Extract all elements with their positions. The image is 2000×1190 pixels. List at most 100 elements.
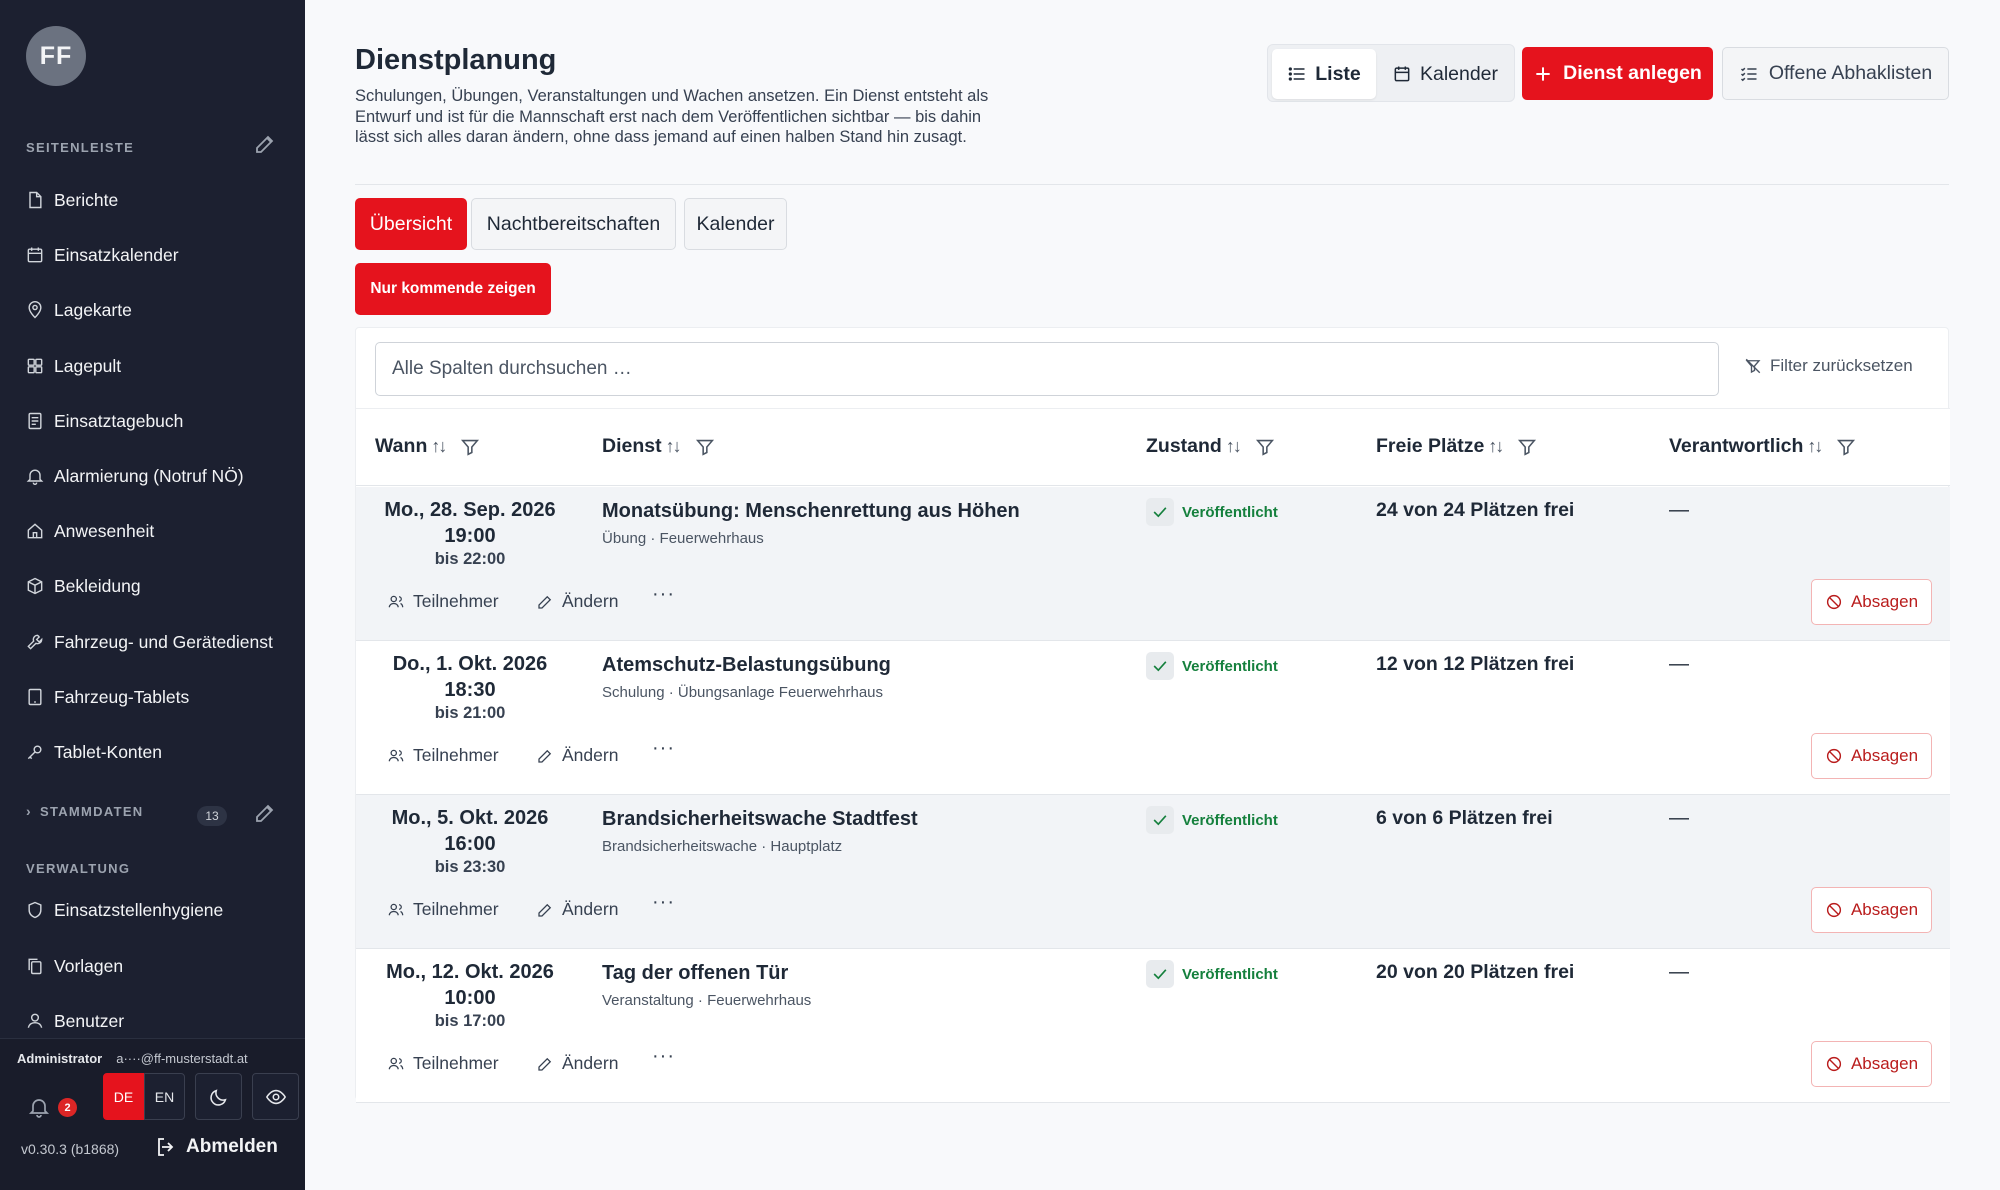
column-header-zustand[interactable]: Zustand ↑↓ bbox=[1146, 435, 1276, 458]
sidebar-item-fahrzeug-tablets[interactable]: Fahrzeug-Tablets bbox=[24, 677, 286, 717]
view-list-button[interactable]: Liste bbox=[1272, 49, 1376, 99]
edit-label: Ändern bbox=[562, 591, 619, 611]
plus-icon bbox=[1536, 66, 1550, 81]
edit-button[interactable]: Ändern bbox=[536, 745, 618, 766]
sort-icon[interactable]: ↑↓ bbox=[1807, 436, 1823, 457]
upcoming-only-toggle[interactable]: Nur kommende zeigen bbox=[355, 263, 551, 315]
key-icon bbox=[24, 741, 46, 763]
view-list-label: Liste bbox=[1315, 62, 1361, 85]
check-icon bbox=[1146, 806, 1174, 834]
row-state-badge: Veröffentlicht bbox=[1146, 498, 1278, 526]
row-service-title[interactable]: Tag der offenen Tür bbox=[602, 962, 788, 985]
row-service-title[interactable]: Monatsübung: Menschenrettung aus Höhen bbox=[602, 500, 1020, 523]
tab-kalender[interactable]: Kalender bbox=[684, 198, 787, 250]
edit-button[interactable]: Ändern bbox=[536, 591, 618, 612]
more-actions-button[interactable]: ··· bbox=[652, 737, 675, 760]
check-icon bbox=[1146, 652, 1174, 680]
participants-button[interactable]: Teilnehmer bbox=[387, 1053, 499, 1074]
sidebar-item-berichte[interactable]: Berichte bbox=[24, 180, 286, 220]
sort-icon[interactable]: ↑↓ bbox=[666, 436, 682, 457]
column-header-wann[interactable]: Wann ↑↓ bbox=[375, 435, 481, 458]
filter-icon[interactable] bbox=[1835, 436, 1857, 458]
stammdaten-toggle[interactable]: › STAMMDATEN bbox=[26, 803, 143, 819]
row-state-label: Veröffentlicht bbox=[1182, 503, 1278, 521]
more-actions-button[interactable]: ··· bbox=[652, 583, 675, 606]
sort-icon[interactable]: ↑↓ bbox=[1226, 436, 1242, 457]
copy-icon bbox=[24, 955, 46, 977]
column-label: Wann bbox=[375, 435, 428, 457]
check-icon bbox=[1146, 498, 1174, 526]
tab-nachtbereitschaften[interactable]: Nachtbereitschaften bbox=[471, 198, 676, 250]
language-de-button[interactable]: DE bbox=[103, 1073, 144, 1120]
row-when: Mo., 12. Okt. 2026 10:00 bis 17:00 bbox=[356, 961, 584, 1031]
participants-button[interactable]: Teilnehmer bbox=[387, 745, 499, 766]
create-service-label: Dienst anlegen bbox=[1563, 62, 1702, 84]
edit-button[interactable]: Ändern bbox=[536, 899, 618, 920]
row-until: bis 21:00 bbox=[434, 704, 506, 722]
filter-icon[interactable] bbox=[694, 436, 716, 458]
sidebar-item-geraetedienst[interactable]: Fahrzeug- und Gerätedienst bbox=[24, 622, 286, 662]
search-input[interactable]: Alle Spalten durchsuchen … bbox=[375, 342, 1719, 396]
sidebar-item-einsatzstellenhygiene[interactable]: Einsatzstellenhygiene bbox=[24, 890, 286, 930]
preview-toggle[interactable] bbox=[252, 1073, 299, 1120]
row-service-title[interactable]: Brandsicherheitswache Stadtfest bbox=[602, 808, 918, 831]
sidebar-item-label: Alarmierung (Notruf NÖ) bbox=[54, 465, 244, 486]
row-responsible: — bbox=[1669, 961, 1689, 983]
notifications-bell-icon[interactable] bbox=[27, 1095, 51, 1119]
logout-button[interactable]: Abmelden bbox=[154, 1135, 278, 1159]
sort-icon[interactable]: ↑↓ bbox=[431, 436, 447, 457]
row-service-title[interactable]: Atemschutz-Belastungsübung bbox=[602, 654, 891, 677]
filter-icon[interactable] bbox=[1254, 436, 1276, 458]
sidebar-item-benutzer[interactable]: Benutzer bbox=[24, 1001, 286, 1041]
row-state-label: Veröffentlicht bbox=[1182, 965, 1278, 983]
sidebar-item-lagekarte[interactable]: Lagekarte bbox=[24, 290, 286, 330]
row-free-slots: 12 von 12 Plätzen frei bbox=[1376, 653, 1575, 675]
cancel-service-button[interactable]: Absagen bbox=[1811, 733, 1932, 779]
dark-mode-toggle[interactable] bbox=[195, 1073, 242, 1120]
sidebar-item-vorlagen[interactable]: Vorlagen bbox=[24, 946, 286, 986]
row-state-label: Veröffentlicht bbox=[1182, 811, 1278, 829]
cancel-service-button[interactable]: Absagen bbox=[1811, 887, 1932, 933]
participants-button[interactable]: Teilnehmer bbox=[387, 591, 499, 612]
sidebar-item-bekleidung[interactable]: Bekleidung bbox=[24, 566, 286, 606]
sidebar-item-lagepult[interactable]: Lagepult bbox=[24, 346, 286, 386]
view-calendar-button[interactable]: Kalender bbox=[1380, 49, 1510, 99]
users-icon bbox=[388, 595, 404, 607]
cancel-service-button[interactable]: Absagen bbox=[1811, 579, 1932, 625]
open-checklists-button[interactable]: Offene Abhaklisten bbox=[1722, 47, 1949, 100]
user-icon bbox=[24, 1010, 46, 1032]
sidebar-item-alarmierung[interactable]: Alarmierung (Notruf NÖ) bbox=[24, 456, 286, 496]
avatar[interactable]: FF bbox=[26, 26, 86, 86]
cancel-label: Absagen bbox=[1850, 592, 1919, 611]
column-header-dienst[interactable]: Dienst ↑↓ bbox=[602, 435, 716, 458]
open-checklists-label: Offene Abhaklisten bbox=[1768, 62, 1933, 84]
chevron-right-icon: › bbox=[26, 803, 32, 819]
edit-stammdaten-icon[interactable] bbox=[253, 801, 277, 825]
participants-button[interactable]: Teilnehmer bbox=[387, 899, 499, 920]
row-when: Do., 1. Okt. 2026 18:30 bis 21:00 bbox=[356, 653, 584, 723]
row-date: Mo., 28. Sep. 2026 bbox=[384, 499, 556, 521]
sidebar-item-anwesenheit[interactable]: Anwesenheit bbox=[24, 511, 286, 551]
more-actions-button[interactable]: ··· bbox=[652, 1045, 675, 1068]
sidebar-item-einsatztagebuch[interactable]: Einsatztagebuch bbox=[24, 401, 286, 441]
services-table-card: Alle Spalten durchsuchen … Filter zurück… bbox=[355, 327, 1950, 1103]
filter-icon[interactable] bbox=[459, 436, 481, 458]
column-header-freie-plaetze[interactable]: Freie Plätze ↑↓ bbox=[1376, 435, 1538, 458]
ban-icon bbox=[1826, 594, 1842, 610]
tab-uebersicht[interactable]: Übersicht bbox=[355, 198, 467, 250]
sidebar-item-einsatzkalender[interactable]: Einsatzkalender bbox=[24, 235, 286, 275]
edit-sidebar-icon[interactable] bbox=[253, 132, 277, 156]
column-header-verantwortlich[interactable]: Verantwortlich ↑↓ bbox=[1669, 435, 1857, 458]
sidebar-item-tablet-konten[interactable]: Tablet-Konten bbox=[24, 732, 286, 772]
list-icon bbox=[1288, 67, 1305, 81]
home-icon bbox=[24, 520, 46, 542]
column-label: Zustand bbox=[1146, 435, 1222, 457]
language-en-button[interactable]: EN bbox=[144, 1073, 185, 1120]
more-actions-button[interactable]: ··· bbox=[652, 891, 675, 914]
cancel-service-button[interactable]: Absagen bbox=[1811, 1041, 1932, 1087]
edit-button[interactable]: Ändern bbox=[536, 1053, 618, 1074]
sort-icon[interactable]: ↑↓ bbox=[1488, 436, 1504, 457]
filter-icon[interactable] bbox=[1516, 436, 1538, 458]
reset-filters-button[interactable]: Filter zurücksetzen bbox=[1744, 356, 1913, 376]
create-service-button[interactable]: Dienst anlegen bbox=[1522, 47, 1713, 100]
